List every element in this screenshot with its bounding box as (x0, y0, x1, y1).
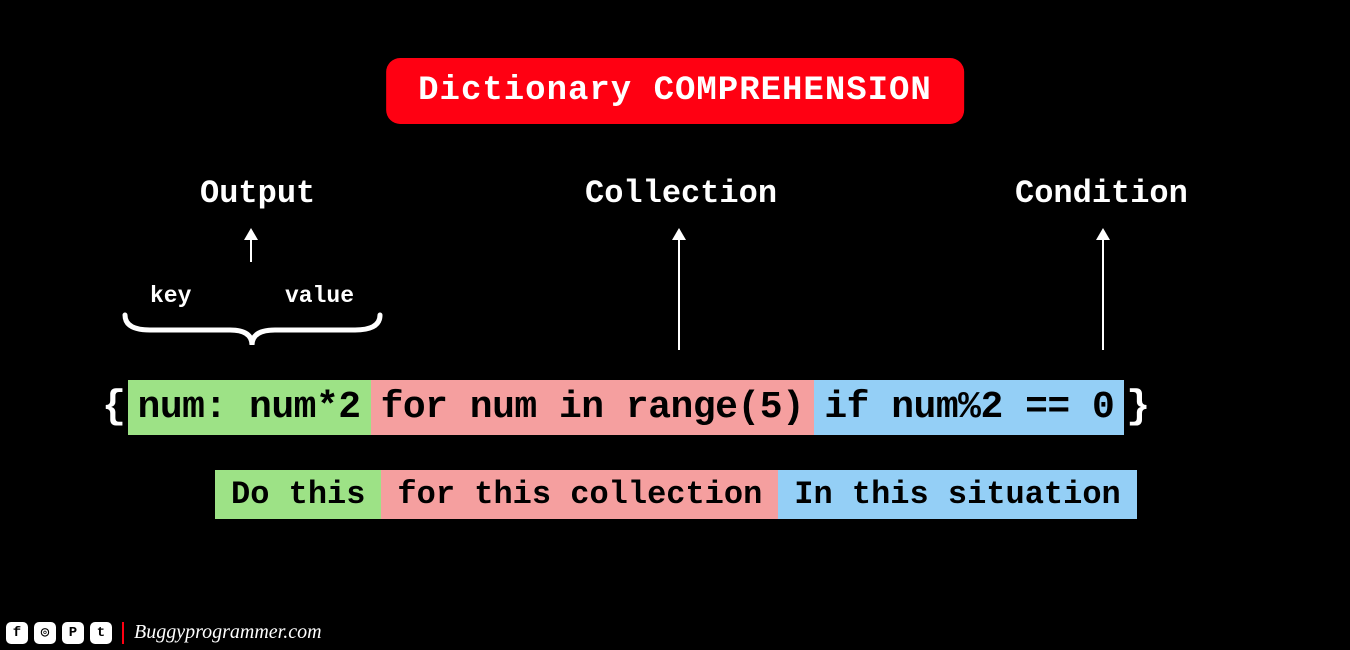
instagram-icon: ◎ (34, 622, 56, 644)
heading-collection: Collection (585, 175, 777, 212)
caption-condition: In this situation (778, 470, 1136, 519)
arrow-up-icon (250, 230, 252, 262)
code-expression: { num: num*2 for num in range(5) if num%… (100, 380, 1152, 435)
arrow-up-icon (1102, 230, 1104, 350)
brace-open: { (100, 385, 128, 430)
pinterest-icon: P (62, 622, 84, 644)
label-value: value (285, 283, 354, 309)
facebook-icon: f (6, 622, 28, 644)
brace-close: } (1124, 385, 1152, 430)
label-key: key (150, 283, 191, 309)
footer: f ◎ P t Buggyprogrammer.com (6, 621, 322, 644)
curly-brace-icon (120, 310, 385, 350)
title-badge: Dictionary COMPREHENSION (386, 58, 964, 124)
arrow-up-icon (678, 230, 680, 350)
caption-output: Do this (215, 470, 381, 519)
brand-text: Buggyprogrammer.com (134, 621, 322, 644)
twitter-icon: t (90, 622, 112, 644)
heading-condition: Condition (1015, 175, 1188, 212)
code-collection-segment: for num in range(5) (371, 380, 815, 435)
code-output-segment: num: num*2 (128, 380, 371, 435)
caption-row: Do this for this collection In this situ… (215, 470, 1137, 519)
caption-collection: for this collection (381, 470, 778, 519)
code-condition-segment: if num%2 == 0 (814, 380, 1124, 435)
footer-divider (122, 622, 124, 644)
heading-output: Output (200, 175, 315, 212)
